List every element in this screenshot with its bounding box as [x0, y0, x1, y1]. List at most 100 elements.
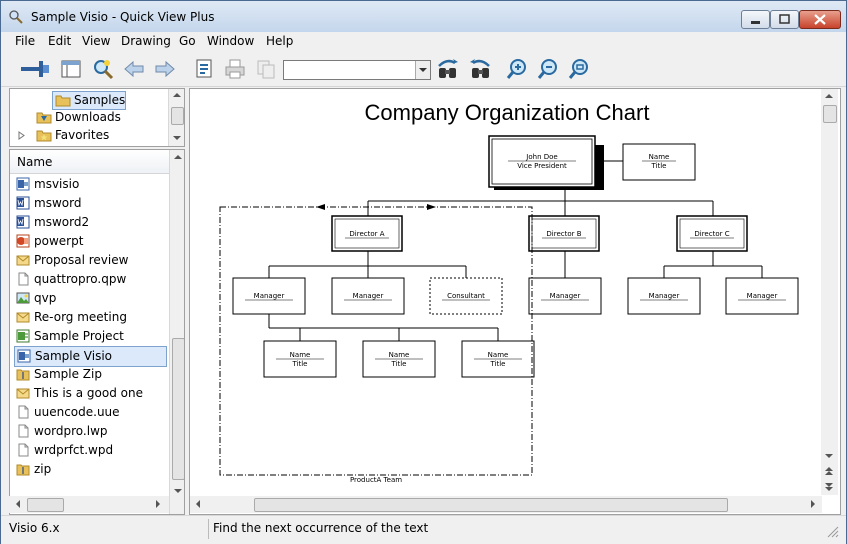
close-button[interactable]	[799, 10, 841, 29]
director-c-label: Director C	[694, 230, 729, 238]
staff-name-2: Name	[389, 351, 410, 359]
file-list-item[interactable]: wrdprfct.wpd	[14, 441, 164, 460]
restore-icon	[779, 14, 790, 24]
file-list-item[interactable]: wordpro.lwp	[14, 422, 164, 441]
document-vertical-scrollbar[interactable]	[821, 89, 838, 495]
find-next-binoculars-icon[interactable]	[467, 57, 493, 81]
tree-item-label: Downloads	[55, 110, 121, 124]
blank-file-icon	[16, 272, 30, 286]
window-layout-icon[interactable]	[59, 57, 83, 81]
list-scrollbar[interactable]	[169, 150, 184, 514]
tree-scroll-thumb[interactable]	[171, 107, 184, 125]
menu-edit[interactable]: Edit	[48, 34, 71, 48]
maximize-button[interactable]	[770, 10, 799, 29]
staff-title-1: Title	[291, 360, 307, 368]
zip-folder-icon	[16, 367, 30, 381]
scroll-down-icon[interactable]	[174, 488, 182, 494]
tree-scrollbar[interactable]	[168, 89, 184, 146]
file-list-item-label: powerpt	[34, 234, 84, 248]
file-list-item[interactable]: quattropro.qpw	[14, 270, 164, 289]
file-list-item[interactable]: Sample Project	[14, 327, 164, 346]
file-list-item[interactable]: qvp	[14, 289, 164, 308]
next-page-icon[interactable]	[825, 483, 833, 491]
search-icon[interactable]	[91, 57, 115, 81]
column-header-name[interactable]: Name	[10, 150, 169, 174]
list-hscroll-thumb[interactable]	[27, 498, 64, 512]
document-view[interactable]: Company Organization Chart John Doe Vice…	[189, 88, 841, 515]
file-list-item-label: Re-org meeting	[34, 310, 127, 324]
visio-file-icon	[16, 177, 30, 191]
file-list-item-label: zip	[34, 462, 52, 476]
scroll-right-icon[interactable]	[155, 500, 161, 508]
app-window: Sample Visio - Quick View Plus File Edit…	[0, 0, 847, 544]
file-list-item[interactable]: powerpt	[14, 232, 164, 251]
menu-file[interactable]: File	[15, 34, 35, 48]
scroll-up-icon[interactable]	[173, 92, 181, 98]
file-list-item-label: wrdprfct.wpd	[34, 443, 114, 457]
file-list-item[interactable]: Proposal review	[14, 251, 164, 270]
minimize-button[interactable]	[741, 10, 770, 29]
file-list-item-label: uuencode.uue	[34, 405, 120, 419]
email-icon	[16, 253, 30, 267]
title-bar[interactable]: Sample Visio - Quick View Plus	[1, 1, 846, 32]
tree-item-samples[interactable]: Samples	[52, 91, 126, 110]
scroll-up-icon[interactable]	[825, 93, 833, 99]
file-list-item[interactable]: Sample Visio	[14, 346, 167, 367]
find-combo-dropdown[interactable]	[415, 61, 430, 79]
file-list-item[interactable]: Sample Zip	[14, 365, 164, 384]
scroll-left-icon[interactable]	[15, 500, 21, 508]
file-list-item[interactable]: msvisio	[14, 175, 164, 194]
document-properties-icon[interactable]	[193, 57, 217, 81]
org-chart-title: Company Organization Chart	[365, 100, 650, 125]
menu-help[interactable]: Help	[266, 34, 293, 48]
copy-icon[interactable]	[254, 57, 278, 81]
menu-drawing[interactable]: Drawing	[121, 34, 171, 48]
file-list-item-label: wordpro.lwp	[34, 424, 108, 438]
forward-arrow-icon[interactable]	[153, 57, 177, 81]
menu-view[interactable]: View	[82, 34, 110, 48]
list-horizontal-scrollbar[interactable]	[9, 496, 169, 513]
zoom-in-icon[interactable]	[505, 57, 529, 81]
file-list-item-label: Sample Visio	[35, 349, 113, 363]
director-a-label: Director A	[349, 230, 384, 238]
scroll-down-icon[interactable]	[825, 453, 833, 459]
downloads-folder-icon	[36, 112, 52, 124]
document-horizontal-scrollbar[interactable]	[190, 496, 822, 513]
menu-window[interactable]: Window	[207, 34, 254, 48]
document-hscroll-thumb[interactable]	[254, 498, 728, 512]
zoom-fit-icon[interactable]	[567, 57, 591, 81]
document-vscroll-thumb[interactable]	[823, 105, 837, 123]
file-list-item[interactable]: msword	[14, 194, 164, 213]
menu-go[interactable]: Go	[179, 34, 196, 48]
file-list-item-label: quattropro.qpw	[34, 272, 127, 286]
file-list-item[interactable]: msword2	[14, 213, 164, 232]
find-text-combo[interactable]	[283, 60, 431, 80]
file-list-item[interactable]: zip	[14, 460, 164, 479]
list-scroll-thumb[interactable]	[172, 338, 184, 480]
print-icon[interactable]	[223, 57, 247, 81]
file-list-item[interactable]: uuencode.uue	[14, 403, 164, 422]
file-list-item-label: This is a good one	[34, 386, 143, 400]
tree-item-downloads[interactable]: Downloads	[34, 109, 134, 126]
previous-page-icon[interactable]	[825, 467, 833, 475]
scroll-down-icon[interactable]	[173, 135, 181, 141]
zoom-out-icon[interactable]	[536, 57, 560, 81]
scroll-left-icon[interactable]	[195, 500, 201, 508]
expand-triangle-icon[interactable]	[18, 131, 26, 140]
back-arrow-icon[interactable]	[122, 57, 146, 81]
toolbar	[1, 52, 846, 87]
folder-icon	[55, 95, 71, 107]
favorites-folder-icon	[36, 130, 52, 142]
pin-icon[interactable]	[19, 57, 51, 81]
find-previous-binoculars-icon[interactable]	[435, 57, 461, 81]
manager-label-2: Manager	[353, 292, 384, 300]
file-list-item[interactable]: Re-org meeting	[14, 308, 164, 327]
file-list-item[interactable]: This is a good one	[14, 384, 164, 403]
scroll-up-icon[interactable]	[174, 154, 182, 160]
tree-item-favorites[interactable]: Favorites	[18, 127, 134, 144]
resize-grip-icon[interactable]	[827, 526, 839, 538]
scroll-right-icon[interactable]	[810, 500, 816, 508]
side-name: Name	[649, 153, 670, 161]
file-list-item-label: msword	[34, 196, 82, 210]
file-list-item-label: msword2	[34, 215, 90, 229]
